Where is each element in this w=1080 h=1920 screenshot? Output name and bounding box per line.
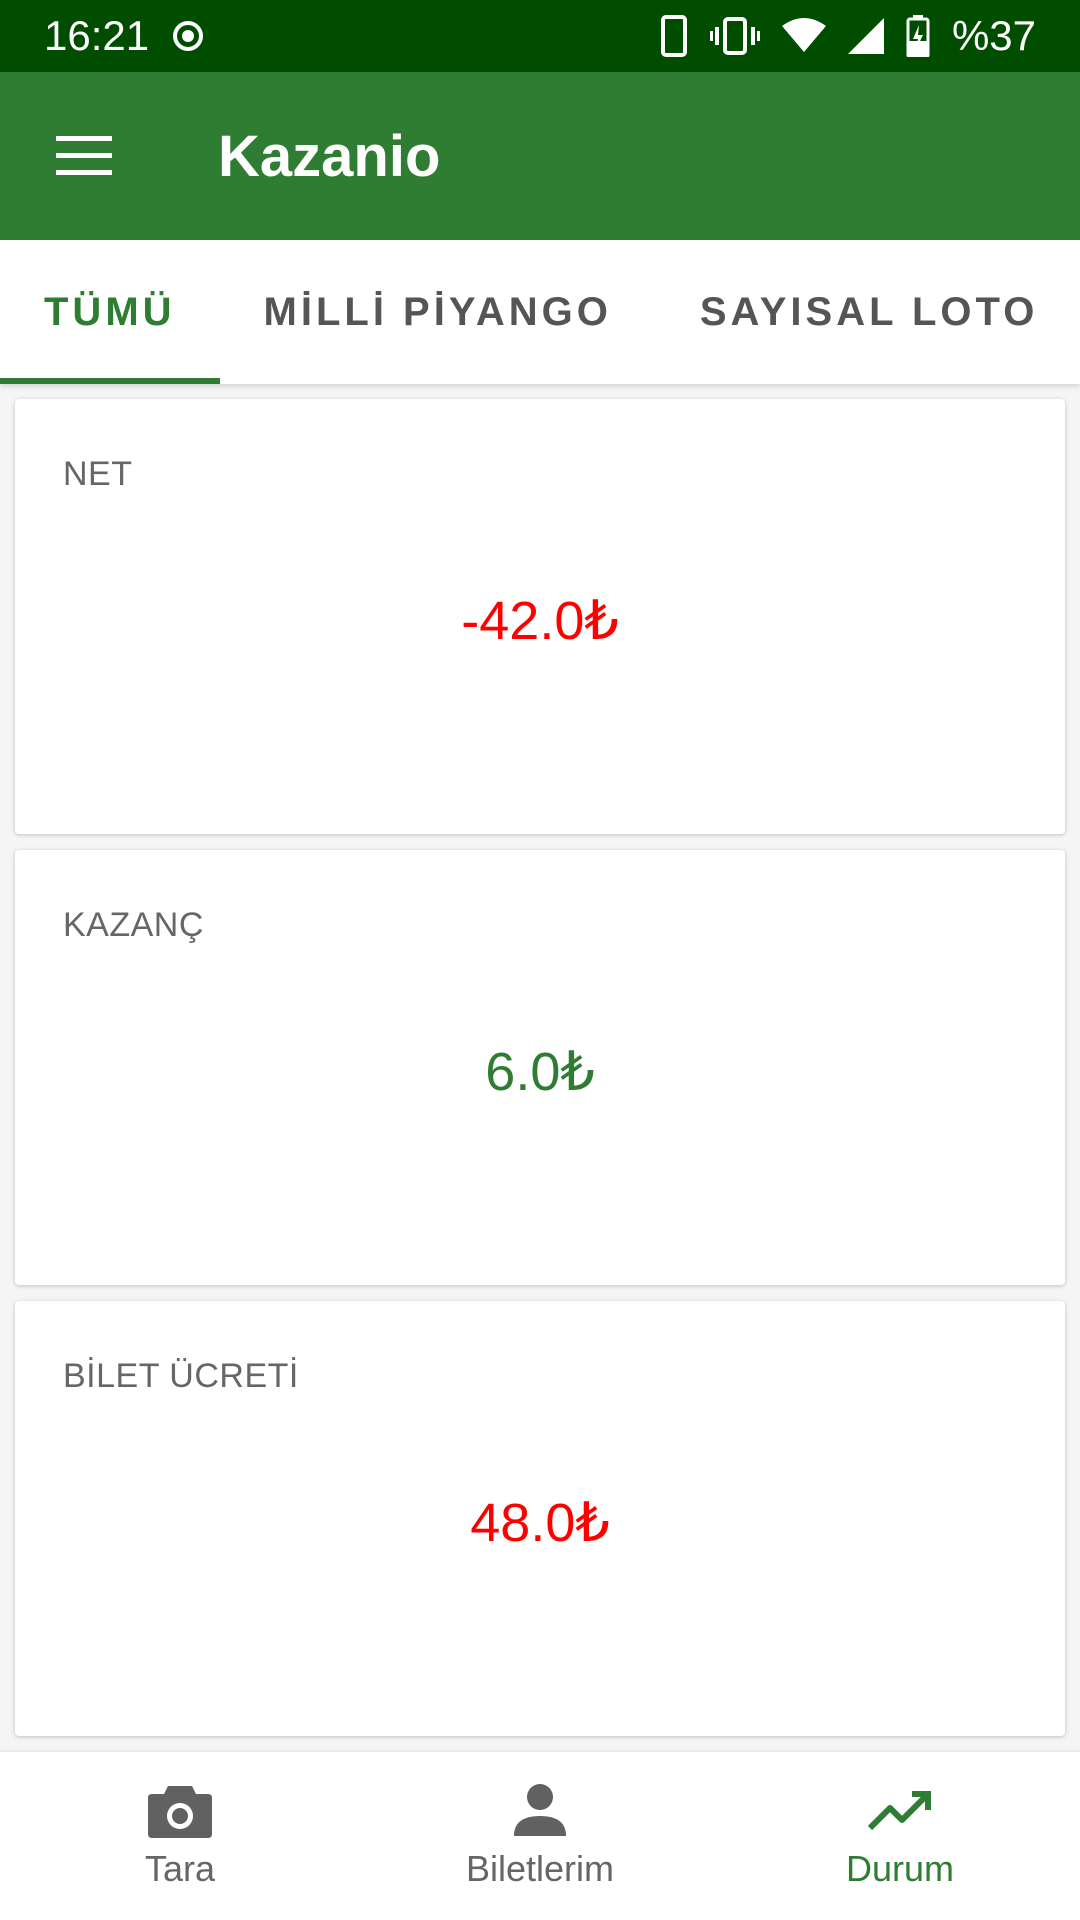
status-bar: 16:21 %37 bbox=[0, 0, 1080, 72]
hamburger-menu-icon bbox=[56, 136, 112, 176]
tab-milli-piyango[interactable]: MİLLİ PİYANGO bbox=[220, 240, 656, 384]
card-label: KAZANÇ bbox=[63, 906, 204, 944]
status-left: 16:21 bbox=[44, 12, 205, 60]
card-label: BİLET ÜCRETİ bbox=[63, 1357, 299, 1395]
net-card: NET -42.0₺ bbox=[15, 399, 1065, 834]
tab-bar: TÜMÜ MİLLİ PİYANGO SAYISAL LOTO S bbox=[0, 240, 1080, 384]
nav-item-durum[interactable]: Durum bbox=[720, 1752, 1080, 1920]
ticket-cost-card: BİLET ÜCRETİ 48.0₺ bbox=[15, 1301, 1065, 1736]
device-icon bbox=[660, 14, 688, 58]
nav-item-tara[interactable]: Tara bbox=[0, 1752, 360, 1920]
location-icon bbox=[171, 19, 205, 53]
status-time: 16:21 bbox=[44, 12, 150, 59]
card-label: NET bbox=[63, 455, 133, 493]
trending-up-icon bbox=[868, 1782, 932, 1838]
tab-all[interactable]: TÜMÜ bbox=[0, 240, 220, 384]
nav-label: Biletlerim bbox=[465, 1848, 615, 1889]
battery-icon bbox=[906, 15, 930, 57]
screen: 16:21 %37 Kazanio TÜMÜ MİLLİ PİYANGO SAY… bbox=[0, 0, 1080, 1920]
nav-label: Tara bbox=[144, 1848, 216, 1889]
tab-sayisal-loto[interactable]: SAYISAL LOTO bbox=[656, 240, 1080, 384]
card-value: -42.0₺ bbox=[461, 591, 619, 651]
vibrate-icon bbox=[709, 16, 760, 56]
signal-icon bbox=[847, 18, 884, 54]
wifi-icon bbox=[781, 18, 826, 54]
status-right: %37 bbox=[660, 12, 1036, 60]
battery-percentage: %37 bbox=[951, 12, 1036, 59]
camera-icon bbox=[148, 1782, 212, 1838]
app-title: Kazanio bbox=[218, 123, 441, 189]
card-value: 48.0₺ bbox=[470, 1493, 610, 1553]
nav-item-biletlerim[interactable]: Biletlerim bbox=[360, 1752, 720, 1920]
menu-button[interactable] bbox=[0, 72, 168, 240]
earnings-card: KAZANÇ 6.0₺ bbox=[15, 850, 1065, 1285]
stats-list: NET -42.0₺ KAZANÇ 6.0₺ BİLET ÜCRETİ 48.0… bbox=[0, 384, 1080, 1752]
app-bar: Kazanio bbox=[0, 72, 1080, 240]
bottom-navigation: Tara Biletlerim Durum bbox=[0, 1752, 1080, 1920]
person-icon bbox=[512, 1782, 568, 1838]
nav-label: Durum bbox=[845, 1848, 955, 1889]
card-value: 6.0₺ bbox=[485, 1042, 595, 1102]
